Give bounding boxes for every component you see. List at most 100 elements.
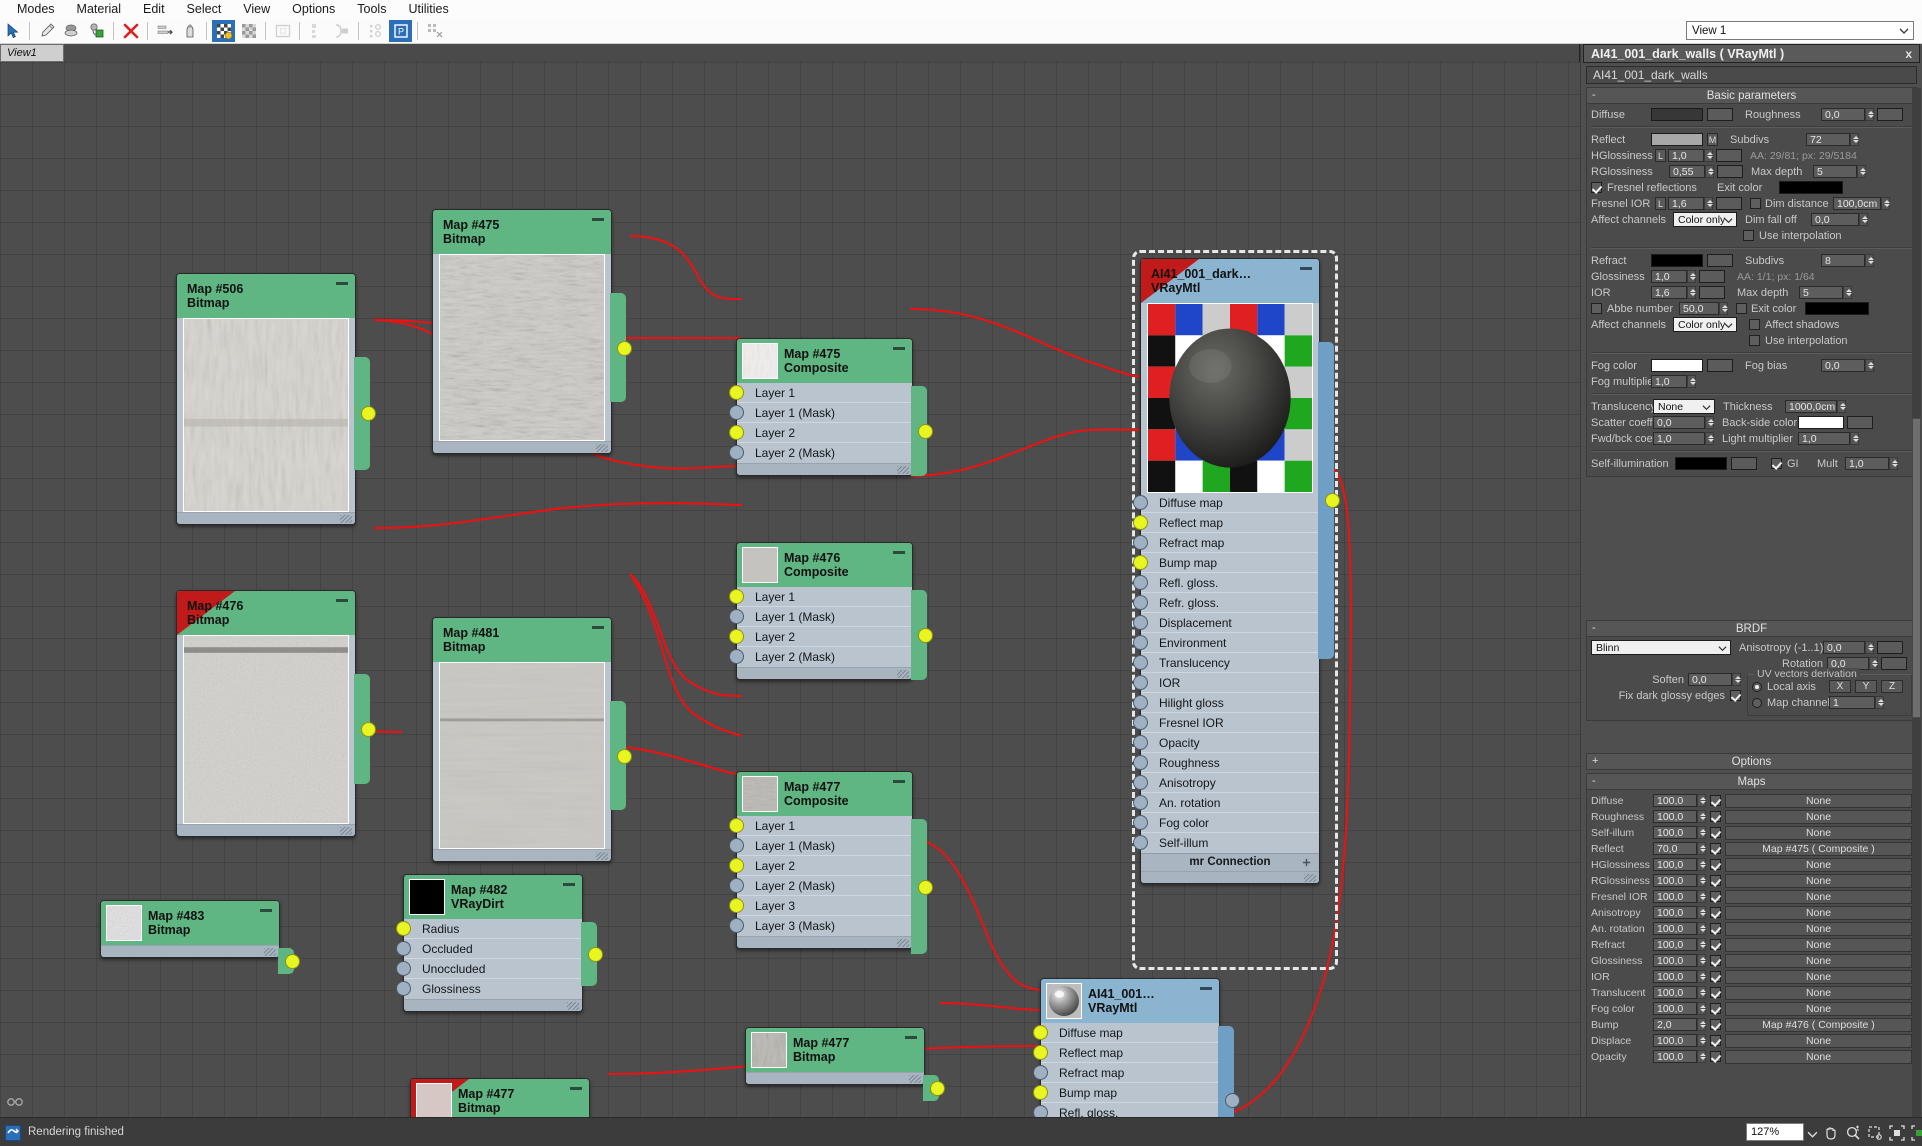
node-slot[interactable]: Refract map	[1033, 1063, 1219, 1083]
resize-grip-icon[interactable]	[897, 939, 909, 947]
node-slot[interactable]: Layer 3 (Mask)	[729, 916, 912, 936]
node-output-socket[interactable]	[918, 424, 933, 439]
dim-falloff-spinner[interactable]	[1859, 213, 1868, 226]
map-row-enable-checkbox[interactable]	[1710, 843, 1721, 854]
node-slot-socket[interactable]	[729, 858, 744, 873]
minimize-icon[interactable]	[893, 347, 905, 350]
node-slot-socket[interactable]	[1033, 1025, 1048, 1040]
anisotropy-value[interactable]: 0,0	[1823, 641, 1865, 654]
node-slot-socket[interactable]	[729, 649, 744, 664]
map-row-spinner[interactable]	[1697, 810, 1706, 823]
anisotropy-map-button[interactable]	[1877, 641, 1903, 654]
map-row-amount[interactable]: 100,0	[1653, 874, 1697, 887]
anisotropy-spinner[interactable]	[1865, 641, 1874, 654]
local-axis-radio[interactable]	[1752, 681, 1762, 692]
node-slot-socket[interactable]	[1133, 495, 1148, 510]
zoom-magnifier-icon[interactable]	[1841, 1123, 1864, 1142]
rollout-maps-header[interactable]: - Maps	[1587, 774, 1916, 790]
node-slot-socket[interactable]	[1133, 835, 1148, 850]
pan-hand-icon[interactable]	[1819, 1123, 1842, 1142]
map-row-enable-checkbox[interactable]	[1710, 1051, 1721, 1062]
map-row-slot-button[interactable]: None	[1725, 889, 1912, 904]
node-header[interactable]: AI41_001… VRayMtl	[1041, 979, 1219, 1023]
node-slot[interactable]: Translucency	[1133, 653, 1319, 673]
reflect-subdivs-spinner[interactable]	[1850, 133, 1859, 146]
zoom-dropdown-icon[interactable]	[1807, 1127, 1818, 1145]
map-row-slot-button[interactable]: None	[1725, 825, 1912, 840]
self-illumination-map-button[interactable]	[1731, 457, 1757, 470]
map-row-slot-button[interactable]: None	[1725, 873, 1912, 888]
view-selector[interactable]: View 1	[1686, 21, 1914, 40]
node-slot-socket[interactable]	[1133, 695, 1148, 710]
node-slot[interactable]: Hilight gloss	[1133, 693, 1319, 713]
node-slot[interactable]: Layer 2 (Mask)	[729, 876, 912, 896]
fresnel-ior-map-button[interactable]	[1716, 197, 1742, 210]
map-row-spinner[interactable]	[1697, 890, 1706, 903]
show-in-viewport-icon[interactable]: P	[389, 20, 412, 42]
node-slot[interactable]: Layer 3	[729, 896, 912, 916]
axis-x-button[interactable]: X	[1829, 680, 1851, 693]
mult-value[interactable]: 1,0	[1845, 457, 1889, 470]
node-slot[interactable]: Reflect map	[1133, 513, 1319, 533]
node-slot[interactable]: An. rotation	[1133, 793, 1319, 813]
close-icon[interactable]: x	[1905, 47, 1912, 61]
panel-scrollbar-thumb[interactable]	[1912, 418, 1921, 718]
node-map483bm[interactable]: Map #483 Bitmap	[100, 900, 280, 958]
node-map477bm2[interactable]: Map #477 Bitmap	[410, 1078, 590, 1117]
node-slot-socket[interactable]	[1133, 715, 1148, 730]
node-header[interactable]: Map #483 Bitmap	[101, 901, 279, 945]
node-slot[interactable]: Bump map	[1133, 553, 1319, 573]
material-name-field[interactable]: AI41_001_dark_walls	[1586, 66, 1917, 84]
hglossiness-spinner[interactable]	[1704, 149, 1713, 162]
node-slot[interactable]: Layer 1	[729, 816, 912, 836]
map-row-amount[interactable]: 100,0	[1653, 938, 1697, 951]
node-slot-socket[interactable]	[1133, 815, 1148, 830]
node-slot-socket[interactable]	[1133, 775, 1148, 790]
dim-falloff-value[interactable]: 0,0	[1811, 213, 1859, 226]
node-map477bm[interactable]: Map #477 Bitmap	[745, 1027, 925, 1085]
refract-glossiness-spinner[interactable]	[1687, 270, 1696, 283]
map-row-spinner[interactable]	[1697, 954, 1706, 967]
scatter-coeff-spinner[interactable]	[1705, 416, 1714, 429]
map-row-amount[interactable]: 100,0	[1653, 986, 1697, 999]
video-color-check-icon[interactable]	[423, 20, 446, 42]
rollout-basic-header[interactable]: - Basic parameters	[1587, 88, 1916, 104]
node-header[interactable]: Map #482 VRayDirt	[404, 875, 582, 919]
map-row-slot-button[interactable]: None	[1725, 857, 1912, 872]
map-row-slot-button[interactable]: None	[1725, 809, 1912, 824]
assign-material-to-selection-icon[interactable]	[212, 20, 235, 42]
material-parameters-panel[interactable]: AI41_001_dark_walls ( VRayMtl ) x AI41_0…	[1581, 44, 1922, 1117]
map-row-amount[interactable]: 100,0	[1653, 858, 1697, 871]
node-output-socket[interactable]	[361, 722, 376, 738]
map-channel-spinner[interactable]	[1875, 696, 1884, 709]
minimize-icon[interactable]	[592, 218, 604, 221]
node-slot[interactable]: Layer 2	[729, 856, 912, 876]
node-slot[interactable]: Glossiness	[396, 979, 582, 999]
map-row-slot-button[interactable]: None	[1725, 921, 1912, 936]
resize-grip-icon[interactable]	[909, 1075, 921, 1083]
reflect-use-interpolation-checkbox[interactable]	[1743, 230, 1754, 241]
roughness-spinner[interactable]	[1865, 108, 1874, 121]
map-row-amount[interactable]: 100,0	[1653, 1034, 1697, 1047]
node-slot-socket[interactable]	[729, 898, 744, 913]
thickness-spinner[interactable]	[1837, 400, 1846, 413]
reflect-subdivs-value[interactable]: 72	[1806, 133, 1850, 146]
rollout-brdf-toggle[interactable]: -	[1592, 621, 1596, 636]
fwd-bck-coeff-spinner[interactable]	[1705, 432, 1714, 445]
refract-maxdepth-value[interactable]: 5	[1799, 286, 1843, 299]
node-slot-socket[interactable]	[729, 878, 744, 893]
refract-exitcolor-swatch[interactable]	[1805, 302, 1869, 315]
menu-item-options[interactable]: Options	[281, 0, 346, 19]
node-output-socket[interactable]	[617, 748, 632, 764]
map-row-spinner[interactable]	[1697, 826, 1706, 839]
reflect-exitcolor-swatch[interactable]	[1779, 181, 1843, 194]
resize-grip-icon[interactable]	[897, 670, 909, 678]
node-slot-socket[interactable]	[1133, 755, 1148, 770]
node-mtl2[interactable]: AI41_001… VRayMtl Diffuse map Reflect map Re…	[1033, 978, 1220, 1117]
map-row-amount[interactable]: 100,0	[1653, 826, 1697, 839]
node-slot[interactable]: Unoccluded	[396, 959, 582, 979]
zoom-level-field[interactable]: 127%	[1746, 1123, 1804, 1141]
select-arrow-icon[interactable]	[1, 20, 24, 42]
minimize-icon[interactable]	[336, 599, 348, 602]
node-header[interactable]: Map #475 Bitmap	[433, 210, 611, 254]
